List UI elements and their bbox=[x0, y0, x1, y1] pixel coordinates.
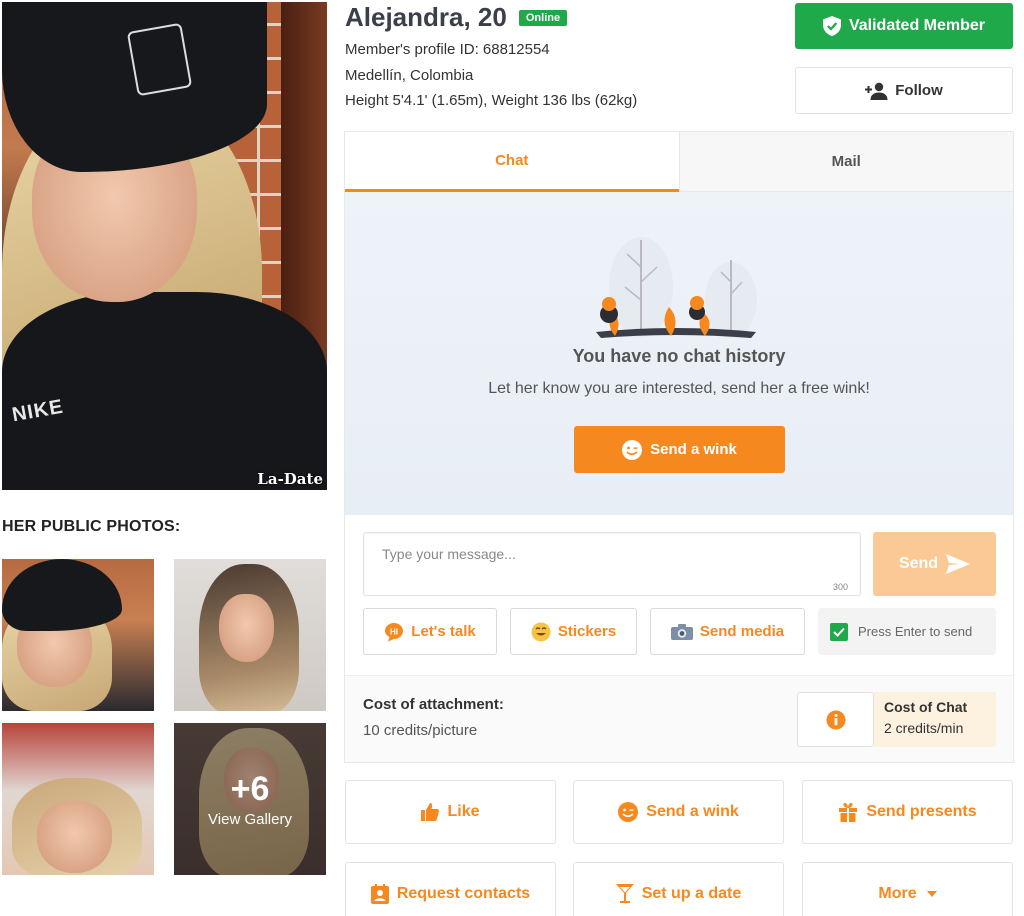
cocktail-glass-icon bbox=[615, 884, 634, 904]
view-gallery-overlay[interactable]: +6 View Gallery bbox=[174, 723, 326, 875]
follow-button[interactable]: Follow bbox=[795, 67, 1013, 114]
camera-icon bbox=[670, 623, 693, 640]
empty-chat-illustration bbox=[596, 237, 757, 338]
request-contacts-button[interactable]: Request contacts bbox=[345, 862, 556, 916]
gift-icon bbox=[838, 802, 858, 822]
no-chat-history-title: You have no chat history bbox=[572, 346, 786, 366]
message-placeholder: Type your message... bbox=[382, 546, 516, 562]
wink-emoji-icon bbox=[622, 439, 643, 460]
main-profile-photo[interactable]: NIKE La-Date bbox=[2, 2, 327, 490]
set-up-date-label: Set up a date bbox=[641, 885, 742, 902]
profile-measurements: Height 5'4.1' (1.65m), Weight 136 lbs (6… bbox=[345, 92, 638, 109]
shield-check-icon bbox=[822, 16, 841, 36]
tab-chat[interactable]: Chat bbox=[345, 132, 679, 192]
photo-shirt bbox=[2, 292, 327, 490]
send-presents-label: Send presents bbox=[866, 803, 977, 820]
thumbs-up-icon bbox=[421, 803, 440, 821]
tab-mail[interactable]: Mail bbox=[678, 132, 1013, 192]
cost-chat-title: Cost of Chat bbox=[884, 699, 968, 715]
profile-id: Member's profile ID: 68812554 bbox=[345, 41, 550, 58]
profile-name-row: Alejandra, 20 Online bbox=[345, 2, 568, 33]
lets-talk-button[interactable]: HI Let's talk bbox=[363, 608, 497, 655]
send-presents-button[interactable]: Send presents bbox=[802, 780, 1013, 844]
checkmark-icon bbox=[833, 627, 845, 637]
follow-label: Follow bbox=[895, 82, 943, 99]
more-actions-button[interactable]: More bbox=[802, 862, 1013, 916]
no-chat-history-subtitle: Let her know you are interested, send he… bbox=[488, 380, 870, 397]
send-media-button[interactable]: Send media bbox=[650, 608, 805, 655]
send-media-label: Send media bbox=[699, 623, 785, 640]
send-wink-action-button[interactable]: Send a wink bbox=[573, 780, 784, 844]
character-limit: 300 bbox=[832, 582, 848, 592]
public-photo-thumbnail[interactable] bbox=[2, 723, 154, 875]
caret-down-icon bbox=[926, 891, 937, 897]
public-photos-title: HER PUBLIC PHOTOS: bbox=[2, 518, 181, 535]
cost-of-chat-box: Cost of Chat 2 credits/min bbox=[874, 692, 996, 747]
public-photo-thumbnail[interactable] bbox=[174, 559, 326, 711]
stickers-button[interactable]: Stickers bbox=[510, 608, 637, 655]
view-gallery-label: View Gallery bbox=[208, 810, 292, 828]
info-icon bbox=[826, 710, 845, 729]
send-button[interactable]: Send bbox=[873, 532, 996, 596]
send-wink-label: Send a wink bbox=[650, 441, 737, 458]
validated-member-button[interactable]: Validated Member bbox=[795, 3, 1013, 49]
public-photo-thumbnail[interactable] bbox=[2, 559, 154, 711]
send-wink-action-label: Send a wink bbox=[646, 803, 739, 820]
cost-attachment-value: 10 credits/picture bbox=[363, 722, 478, 739]
set-up-date-button[interactable]: Set up a date bbox=[573, 862, 784, 916]
stickers-label: Stickers bbox=[557, 623, 617, 640]
hi-bubble-icon: HI bbox=[384, 622, 404, 642]
wink-emoji-icon bbox=[618, 802, 639, 822]
press-enter-checkbox[interactable] bbox=[830, 622, 848, 641]
press-enter-label: Press Enter to send bbox=[858, 624, 973, 639]
contact-card-icon bbox=[370, 884, 389, 904]
send-arrow-icon bbox=[946, 554, 971, 574]
more-label: More bbox=[878, 885, 917, 902]
validated-member-label: Validated Member bbox=[848, 17, 986, 34]
chat-history-area: You have no chat history Let her know yo… bbox=[345, 192, 1013, 515]
like-button[interactable]: Like bbox=[345, 780, 556, 844]
cost-info-button[interactable] bbox=[797, 692, 874, 747]
like-label: Like bbox=[447, 803, 480, 820]
profile-location: Medellín, Colombia bbox=[345, 67, 474, 84]
cost-attachment-title: Cost of attachment: bbox=[363, 696, 504, 713]
cost-chat-value: 2 credits/min bbox=[884, 720, 964, 736]
photo-watermark: La-Date bbox=[257, 470, 323, 488]
chat-panel: Chat Mail You have no chat history Let h… bbox=[344, 131, 1014, 763]
add-person-icon bbox=[865, 82, 888, 100]
cost-info-area: Cost of attachment: 10 credits/picture C… bbox=[345, 675, 1013, 762]
chat-tabs: Chat Mail bbox=[345, 132, 1013, 192]
message-input[interactable]: Type your message... 300 bbox=[363, 532, 861, 596]
online-status-badge: Online bbox=[518, 9, 568, 26]
lets-talk-label: Let's talk bbox=[411, 623, 476, 640]
profile-name: Alejandra, 20 bbox=[345, 2, 507, 32]
send-label: Send bbox=[898, 555, 939, 572]
svg-text:HI: HI bbox=[390, 627, 398, 636]
more-photos-count: +6 bbox=[230, 769, 270, 808]
public-photo-gallery-thumbnail[interactable]: +6 View Gallery bbox=[174, 723, 326, 875]
send-wink-button[interactable]: Send a wink bbox=[574, 426, 785, 473]
press-enter-toggle[interactable]: Press Enter to send bbox=[818, 608, 996, 655]
sticker-emoji-icon bbox=[531, 622, 551, 642]
request-contacts-label: Request contacts bbox=[396, 885, 531, 902]
